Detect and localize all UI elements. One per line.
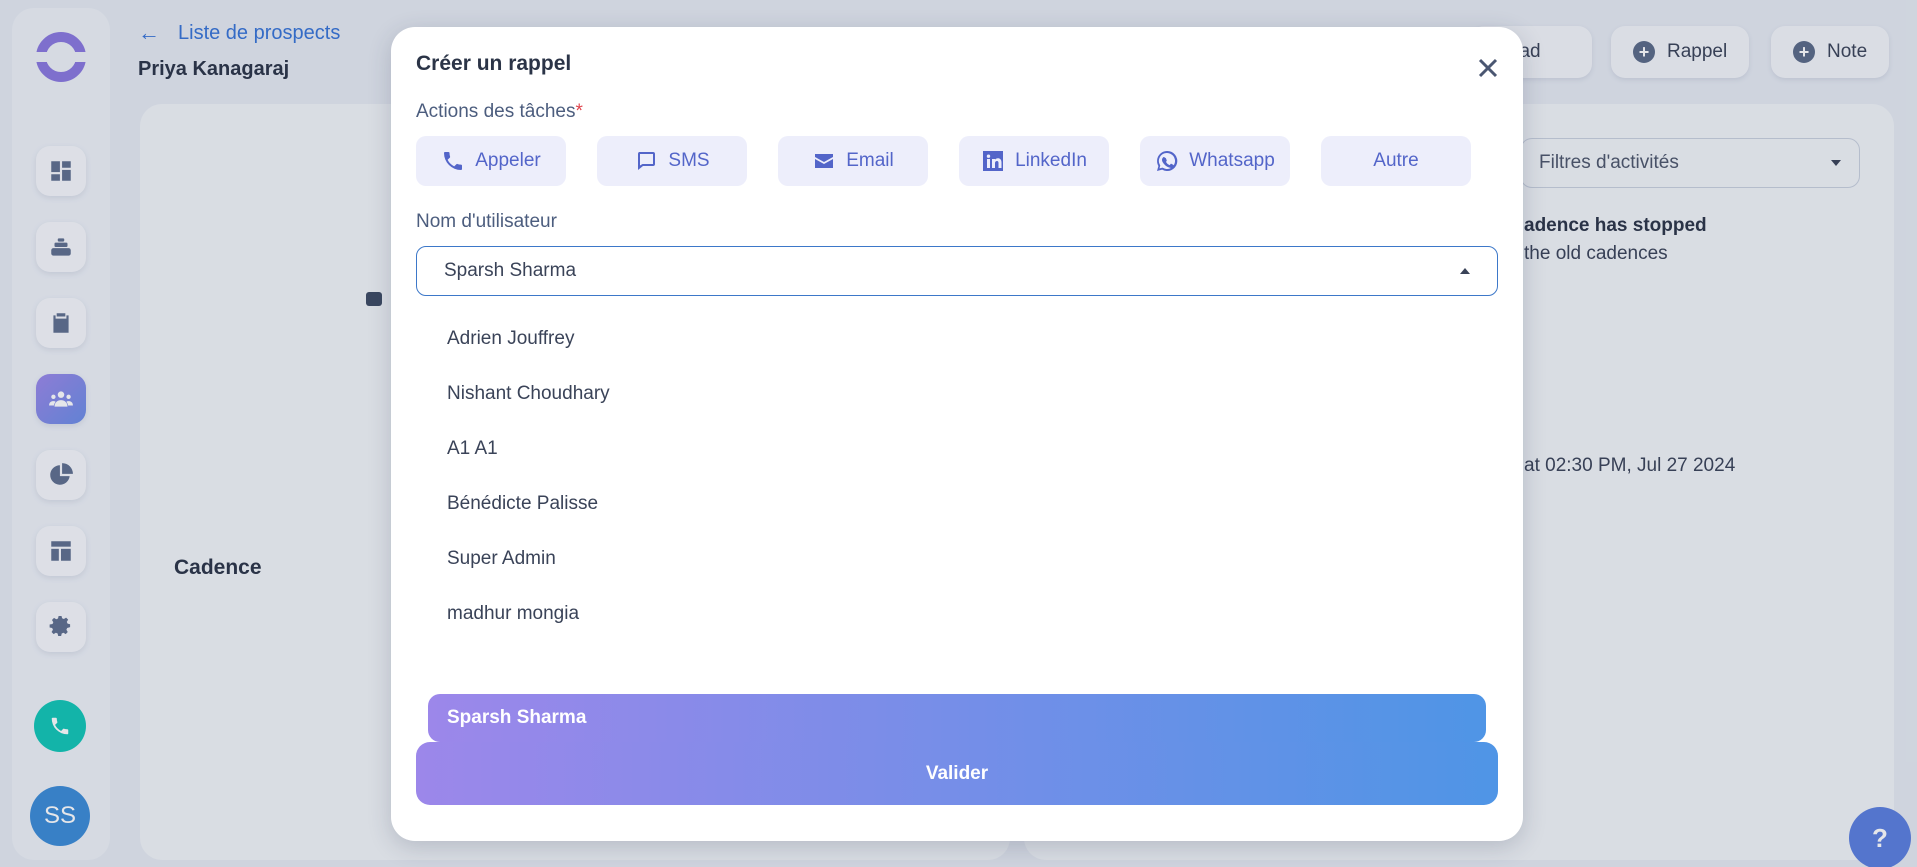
chevron-up-icon	[1460, 268, 1470, 274]
linkedin-icon	[983, 151, 1004, 171]
required-mark: *	[575, 101, 583, 122]
username-select-value: Sparsh Sharma	[444, 260, 577, 281]
whatsapp-icon	[1157, 150, 1178, 171]
action-other-button[interactable]: Autre	[1321, 136, 1471, 186]
task-actions-label-text: Actions des tâches	[416, 101, 576, 122]
chat-icon	[638, 152, 656, 170]
mail-icon	[815, 154, 834, 168]
action-linkedin-button[interactable]: LinkedIn	[959, 136, 1109, 186]
action-whatsapp-label: Whatsapp	[1189, 150, 1275, 171]
action-whatsapp-button[interactable]: Whatsapp	[1140, 136, 1290, 186]
username-label: Nom d'utilisateur	[416, 211, 557, 232]
task-actions-group: Appeler SMS Email LinkedIn Whatsapp Autr…	[416, 136, 1471, 186]
dropdown-option[interactable]: madhur mongia	[428, 590, 1486, 638]
modal-title: Créer un rappel	[416, 52, 572, 75]
action-linkedin-label: LinkedIn	[1015, 150, 1087, 171]
action-other-label: Autre	[1373, 150, 1419, 171]
action-sms-button[interactable]: SMS	[597, 136, 747, 186]
task-actions-label: Actions des tâches*	[416, 101, 583, 123]
action-email-button[interactable]: Email	[778, 136, 928, 186]
dropdown-option-selected[interactable]: Sparsh Sharma	[428, 694, 1486, 742]
username-select[interactable]: Sparsh Sharma	[416, 246, 1498, 296]
dropdown-option[interactable]: A1 A1	[428, 425, 1486, 473]
dropdown-option[interactable]: Adrien Jouffrey	[428, 315, 1486, 363]
action-call-label: Appeler	[475, 150, 541, 171]
dropdown-option[interactable]: Nishant Choudhary	[428, 370, 1486, 418]
dropdown-option[interactable]: Bénédicte Palisse	[428, 480, 1486, 528]
phone-icon	[444, 152, 463, 170]
action-email-label: Email	[846, 150, 894, 171]
username-dropdown-list[interactable]: Sambhav Jain Adrien Jouffrey Nishant Cho…	[416, 303, 1498, 745]
submit-button[interactable]: Valider	[416, 742, 1498, 805]
action-sms-label: SMS	[668, 150, 710, 171]
close-icon[interactable]	[1471, 51, 1505, 85]
action-call-button[interactable]: Appeler	[416, 136, 566, 186]
dropdown-option[interactable]: Super Admin	[428, 535, 1486, 583]
create-reminder-modal: Créer un rappel Actions des tâches* Appe…	[391, 27, 1523, 841]
